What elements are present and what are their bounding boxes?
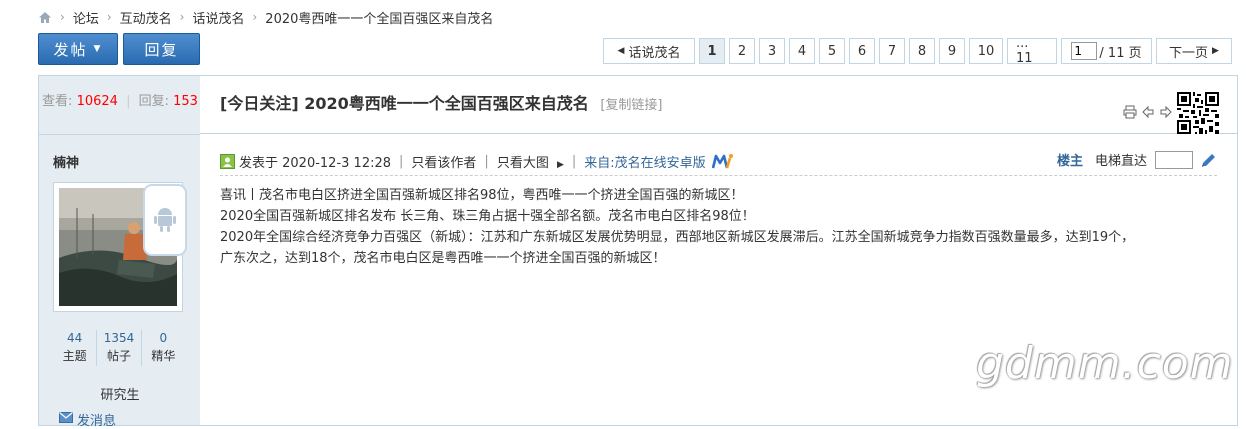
page-link-1[interactable]: 1 bbox=[699, 38, 725, 64]
topics-count: 44 bbox=[67, 331, 83, 345]
caret-right-icon: ▶ bbox=[556, 159, 564, 170]
android-icon bbox=[154, 206, 176, 235]
next-page-label: 下一页 bbox=[1169, 45, 1209, 61]
meta-divider: | bbox=[399, 153, 404, 169]
stats-divider: | bbox=[126, 94, 131, 109]
post-button-label: 发帖 bbox=[53, 40, 88, 59]
next-page-button[interactable]: 下一页 ▶ bbox=[1156, 38, 1232, 64]
topics-label: 主题 bbox=[62, 349, 87, 363]
chevron-right-icon: › bbox=[106, 10, 112, 24]
home-icon[interactable] bbox=[38, 11, 52, 24]
back-to-forum-label: 话说茂名 bbox=[628, 45, 681, 61]
page-link-6[interactable]: 6 bbox=[849, 38, 875, 64]
back-to-forum-button[interactable]: ◀ 话说茂名 bbox=[603, 38, 695, 64]
breadcrumb-thread[interactable]: 2020粤西唯一一个全国百强区来自茂名 bbox=[265, 8, 493, 27]
thread-title-bar: [今日关注] 2020粤西唯一一个全国百强区来自茂名 [复制链接] bbox=[200, 76, 1237, 134]
views-label: 查看: bbox=[42, 94, 73, 109]
page-link-2[interactable]: 2 bbox=[729, 38, 755, 64]
breadcrumb-interactive-maoming[interactable]: 互动茂名 bbox=[120, 8, 172, 27]
reply-button-label: 回复 bbox=[144, 40, 179, 59]
page-link-8[interactable]: 8 bbox=[909, 38, 935, 64]
elevator-input[interactable] bbox=[1155, 150, 1193, 169]
author-counts: 44 主题 1354 帖子 0 精华 bbox=[53, 330, 185, 366]
m-logo-icon bbox=[711, 153, 734, 169]
arrow-left-icon[interactable] bbox=[1141, 105, 1155, 122]
author-sidebar: 查看: 10624 | 回复: 153 楠神 44 主题 1354 帖子 0 精… bbox=[38, 75, 201, 429]
page-link-10[interactable]: 10 bbox=[969, 38, 1003, 64]
thread-stats: 查看: 10624 | 回复: 153 bbox=[39, 90, 201, 109]
page-link-3[interactable]: 3 bbox=[759, 38, 785, 64]
breadcrumb: › 论坛 › 互动茂名 › 话说茂名 › 2020粤西唯一一个全国百强区来自茂名 bbox=[38, 7, 493, 27]
floor-label: 楼主 bbox=[1056, 154, 1083, 169]
arrow-right-icon[interactable] bbox=[1159, 105, 1173, 122]
watermark: gdmm.com bbox=[976, 338, 1234, 389]
chevron-right-icon: › bbox=[252, 10, 258, 24]
page-link-5[interactable]: 5 bbox=[819, 38, 845, 64]
page-total-label: / 11 页 bbox=[1099, 45, 1142, 61]
thread-title-text: [今日关注] 2020粤西唯一一个全国百强区来自茂名 bbox=[220, 94, 589, 113]
replies-count: 153 bbox=[173, 94, 198, 109]
page-link-9[interactable]: 9 bbox=[939, 38, 965, 64]
post-icon bbox=[220, 153, 235, 169]
page-link-4[interactable]: 4 bbox=[789, 38, 815, 64]
meta-divider: | bbox=[571, 153, 577, 169]
divider bbox=[39, 134, 200, 135]
divider bbox=[220, 175, 1217, 176]
digest-stat[interactable]: 0 精华 bbox=[142, 330, 185, 366]
meta-divider: | bbox=[484, 153, 489, 169]
post-line: 喜讯丨茂名市电白区挤进全国百强新城区排名98位，粤西唯一一个挤进全国百强的新城区… bbox=[220, 188, 744, 203]
author-rank: 研究生 bbox=[100, 388, 140, 403]
elevator-label: 电梯直达 bbox=[1094, 154, 1147, 169]
reply-button[interactable]: 回复 bbox=[123, 33, 200, 65]
post-line: 2020全国百强新城区排名发布 长三角、珠三角占据十强全部名额。茂名市电白区排名… bbox=[220, 209, 755, 224]
send-message-label: 发消息 bbox=[77, 414, 117, 429]
page-jump-input[interactable] bbox=[1071, 42, 1098, 60]
copy-link[interactable]: [复制链接] bbox=[600, 98, 662, 113]
views-count: 10624 bbox=[76, 94, 118, 109]
android-client-badge bbox=[143, 184, 187, 256]
post-line: 2020年全国综合经济竞争力百强区（新城）：江苏和广东新城区发展优势明显，西部地… bbox=[220, 230, 1135, 245]
posts-stat[interactable]: 1354 帖子 bbox=[97, 330, 142, 366]
author-name[interactable]: 楠神 bbox=[53, 152, 79, 171]
chevron-right-icon: › bbox=[60, 10, 65, 24]
only-author-link[interactable]: 只看该作者 bbox=[411, 152, 476, 171]
topics-stat[interactable]: 44 主题 bbox=[53, 330, 98, 366]
post-line: 广东次之，达到18个，茂名市电白区是粤西唯一一个挤进全国百强的新城区！ bbox=[220, 251, 666, 266]
replies-label: 回复: bbox=[138, 94, 169, 109]
via-android-link[interactable]: 来自:茂名在线安卓版 bbox=[584, 152, 705, 171]
digest-count: 0 bbox=[159, 331, 168, 345]
page-link-7[interactable]: 7 bbox=[879, 38, 905, 64]
thread-tools bbox=[1123, 92, 1219, 134]
caret-right-icon: ▶ bbox=[1212, 46, 1219, 56]
page-link-last[interactable]: ... 11 bbox=[1007, 36, 1057, 66]
post-content: 喜讯丨茂名市电白区挤进全国百强新城区排名98位，粤西唯一一个挤进全国百强的新城区… bbox=[220, 185, 1220, 269]
pagination: ◀ 话说茂名 1 2 3 4 5 6 7 8 9 10 ... 11 / 11 … bbox=[603, 36, 1232, 66]
only-big-image-label: 只看大图 bbox=[496, 155, 549, 171]
envelope-icon bbox=[59, 412, 73, 427]
only-big-image-link[interactable]: 只看大图 ▶ bbox=[497, 152, 564, 171]
digest-label: 精华 bbox=[151, 349, 176, 363]
floor-tools: 楼主 电梯直达 bbox=[1057, 150, 1217, 169]
caret-down-icon: ▼ bbox=[93, 44, 103, 54]
posts-count: 1354 bbox=[103, 331, 135, 345]
posts-label: 帖子 bbox=[106, 349, 131, 363]
post-time: 发表于 2020-12-3 12:28 bbox=[239, 155, 392, 171]
pen-icon[interactable] bbox=[1201, 152, 1217, 168]
thread-title: [今日关注] 2020粤西唯一一个全国百强区来自茂名 [复制链接] bbox=[220, 90, 662, 114]
breadcrumb-talk-maoming[interactable]: 话说茂名 bbox=[192, 8, 244, 27]
send-message-link[interactable]: 发消息 bbox=[59, 410, 116, 429]
chevron-right-icon: › bbox=[179, 10, 185, 24]
breadcrumb-forum[interactable]: 论坛 bbox=[73, 8, 99, 27]
print-icon[interactable] bbox=[1123, 105, 1137, 122]
qr-code-icon[interactable] bbox=[1177, 92, 1219, 134]
post-button[interactable]: 发帖 ▼ bbox=[38, 33, 118, 65]
caret-left-icon: ◀ bbox=[617, 46, 625, 56]
page-jump: / 11 页 bbox=[1061, 38, 1152, 64]
